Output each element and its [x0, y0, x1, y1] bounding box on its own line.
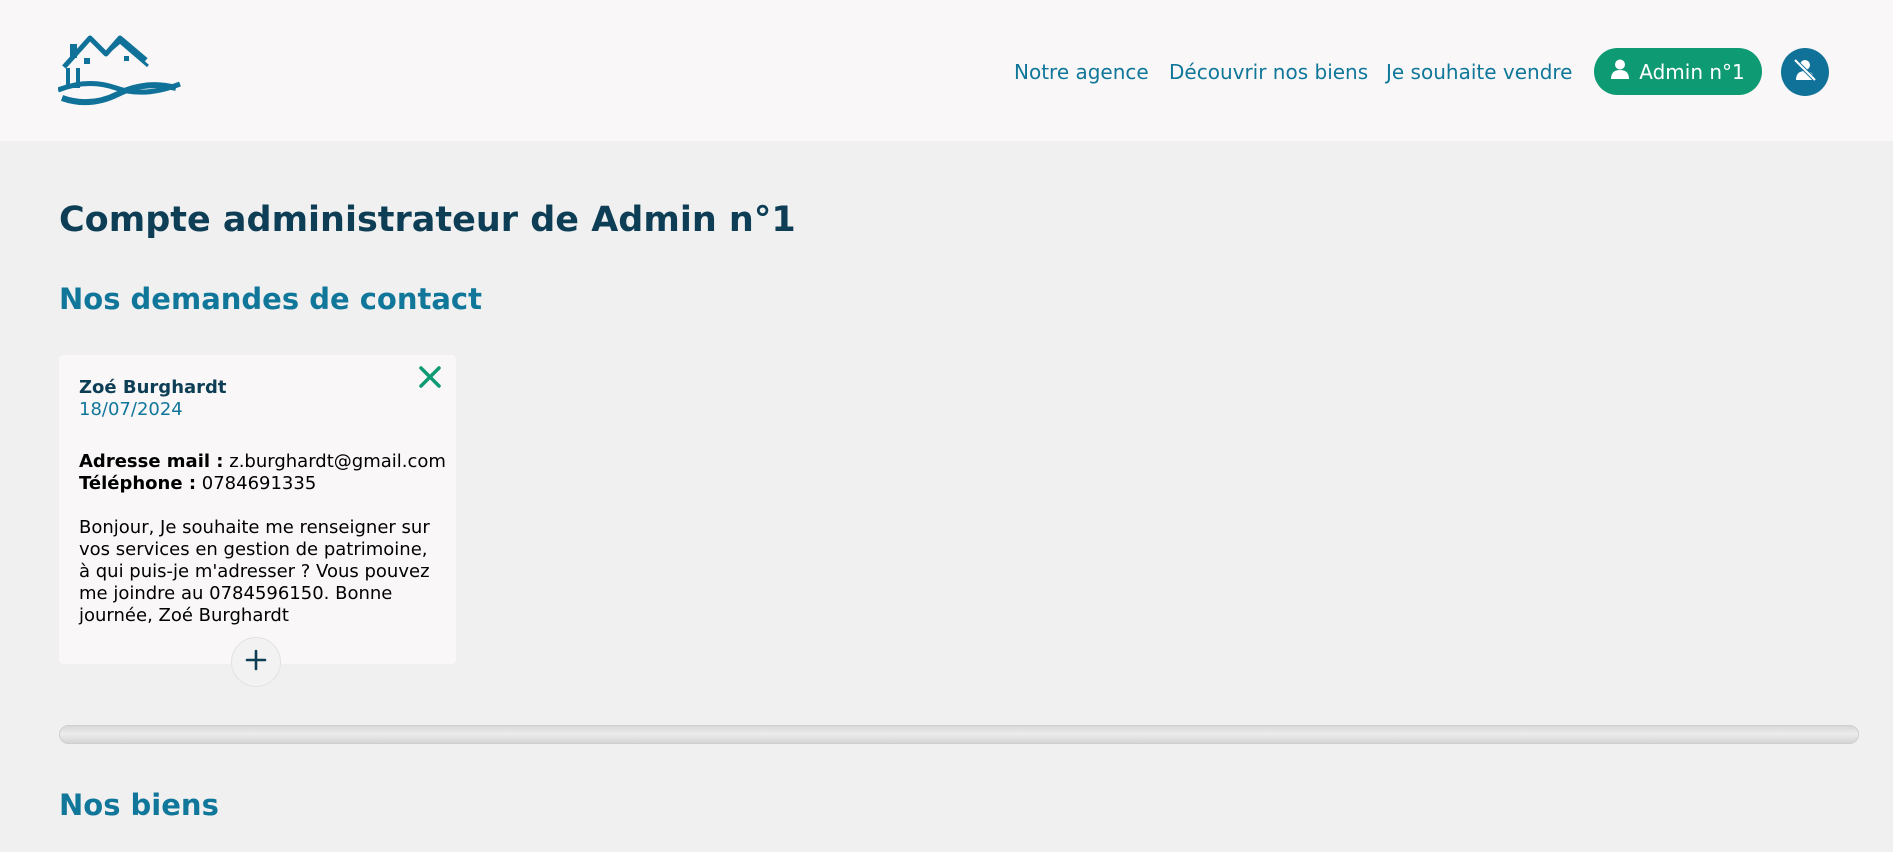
contact-name: Zoé Burghardt [79, 377, 227, 398]
contact-phone: 0784691335 [201, 473, 317, 494]
house-waves-logo[interactable] [57, 32, 182, 108]
contact-date: 18/07/2024 [79, 399, 183, 420]
page-title: Compte administrateur de Admin n°1 [59, 200, 796, 240]
plus-icon [244, 648, 268, 676]
account-label: Admin n°1 [1639, 59, 1745, 84]
user-slash-icon [1793, 58, 1817, 85]
account-button[interactable]: Admin n°1 [1594, 48, 1762, 95]
phone-label: Téléphone : [79, 473, 197, 494]
close-icon[interactable] [418, 365, 442, 389]
contact-request-card: Zoé Burghardt 18/07/2024 Adresse mail : … [59, 355, 456, 664]
contacts-section-title: Nos demandes de contact [59, 282, 482, 316]
contact-email-row: Adresse mail : z.burghardt@gmail.com [79, 451, 446, 472]
properties-section-title: Nos biens [59, 788, 219, 822]
contact-phone-row: Téléphone : 0784691335 [79, 473, 316, 494]
site-header: Notre agence Découvrir nos biens Je souh… [0, 0, 1893, 141]
expand-button[interactable] [231, 637, 281, 687]
section-divider [59, 725, 1859, 744]
contact-message: Bonjour, Je souhaite me renseigner sur v… [79, 517, 430, 626]
nav-link-decouvrir-nos-biens[interactable]: Découvrir nos biens [1169, 60, 1368, 84]
nav-link-notre-agence[interactable]: Notre agence [1014, 60, 1149, 84]
logout-button[interactable] [1781, 48, 1829, 96]
contact-email: z.burghardt@gmail.com [229, 451, 446, 472]
email-label: Adresse mail : [79, 451, 224, 472]
user-icon [1611, 59, 1630, 84]
nav-link-je-souhaite-vendre[interactable]: Je souhaite vendre [1386, 60, 1572, 84]
